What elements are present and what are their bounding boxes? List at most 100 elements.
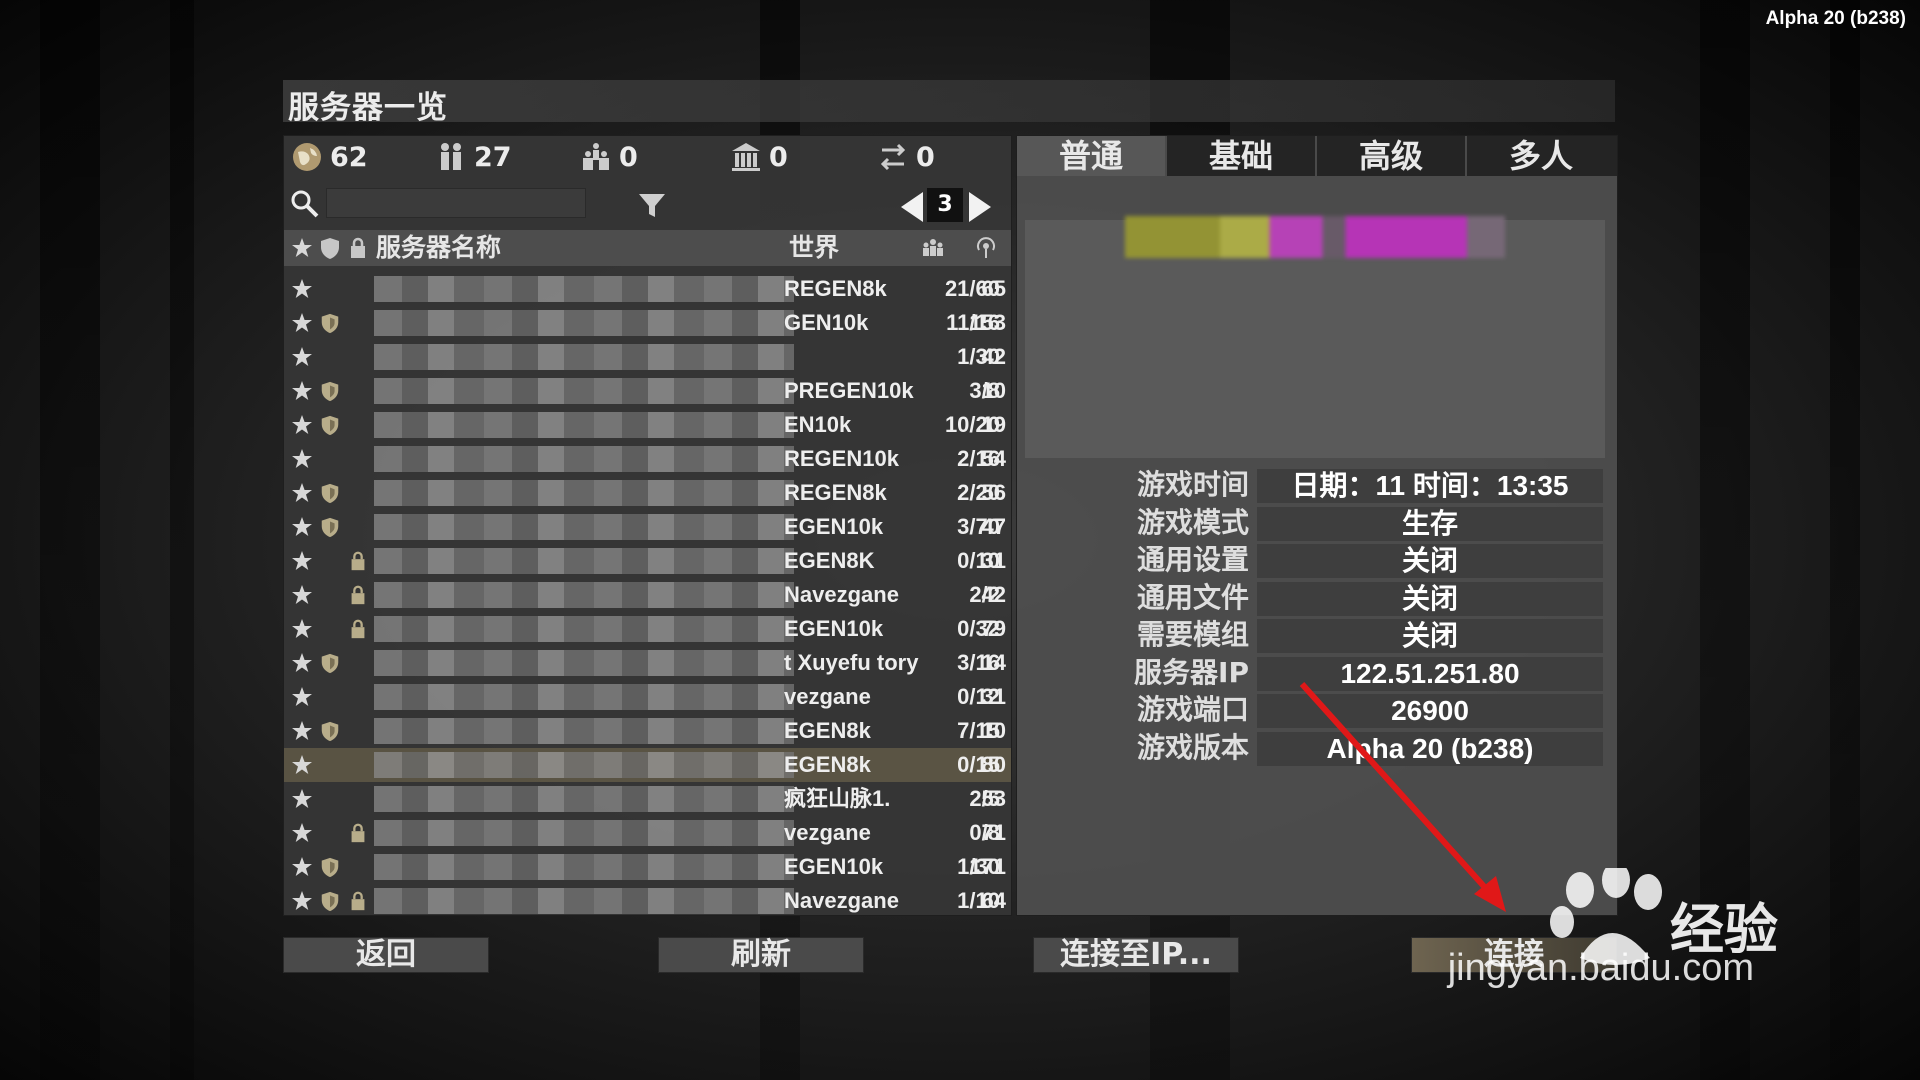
server-row[interactable]: EGEN10k 3/70 47	[284, 510, 1011, 544]
filter-icon[interactable]	[636, 189, 668, 221]
server-row[interactable]: vezgane 0/8 71	[284, 816, 1011, 850]
favorite-star-icon[interactable]	[290, 515, 314, 539]
game-version-label: Alpha 20 (b238)	[1765, 8, 1906, 29]
favorite-star-icon[interactable]	[290, 685, 314, 709]
lock-icon	[351, 823, 365, 843]
server-ping: 10	[981, 718, 1006, 743]
shield-icon	[321, 517, 339, 538]
shield-icon	[321, 381, 339, 402]
favorite-star-icon[interactable]	[290, 889, 314, 913]
favorite-star-icon[interactable]	[290, 787, 314, 811]
server-ping: 42	[981, 344, 1006, 369]
server-row[interactable]: GEN10k 11/16 153	[284, 306, 1011, 340]
stat-global[interactable]: 62	[290, 140, 368, 174]
search-icon[interactable]	[288, 187, 322, 221]
info-row: 游戏版本 Alpha 20 (b238)	[1017, 729, 1617, 767]
building-icon	[732, 143, 760, 171]
stat-groups[interactable]: 0	[579, 140, 638, 174]
info-label: 游戏版本	[1136, 730, 1249, 764]
favorite-star-icon[interactable]	[290, 617, 314, 641]
favorite-star-icon[interactable]	[290, 311, 314, 335]
favorite-star-icon[interactable]	[290, 549, 314, 573]
shield-icon	[321, 857, 339, 878]
server-name-redacted	[374, 752, 794, 778]
server-row[interactable]: 1/30 42	[284, 340, 1011, 374]
page-prev-button[interactable]	[901, 192, 923, 222]
column-server-name[interactable]: 服务器名称	[376, 230, 501, 266]
server-ping: 79	[981, 616, 1006, 641]
info-value: 生存	[1257, 506, 1603, 541]
server-row[interactable]: EGEN10k 1/30 171	[284, 850, 1011, 884]
server-name-redacted	[374, 378, 794, 404]
tab-advanced[interactable]: 高级	[1317, 136, 1467, 176]
column-world[interactable]: 世界	[789, 230, 839, 266]
favorite-star-icon[interactable]	[290, 345, 314, 369]
server-ping: 64	[981, 888, 1006, 913]
server-row[interactable]: t Xuyefu tory 3/16 14	[284, 646, 1011, 680]
column-players-icon[interactable]	[921, 236, 945, 260]
favorite-star-icon[interactable]	[290, 379, 314, 403]
server-ping: 14	[981, 650, 1006, 675]
server-row[interactable]: REGEN8k 21/60 65	[284, 272, 1011, 306]
info-value: Alpha 20 (b238)	[1257, 731, 1603, 766]
tab-general[interactable]: 普通	[1017, 136, 1167, 176]
refresh-button[interactable]: 刷新	[658, 937, 864, 973]
stat-lan[interactable]: 0	[729, 140, 788, 174]
server-stats-bar: 62 27 0 0 0	[284, 136, 1011, 178]
lock-column-icon[interactable]	[346, 236, 370, 260]
server-ping: 80	[981, 752, 1006, 777]
server-name-redacted	[374, 820, 794, 846]
column-ping-icon[interactable]	[974, 236, 998, 260]
favorite-star-icon[interactable]	[290, 447, 314, 471]
server-row[interactable]: Navezgane 1/10 64	[284, 884, 1011, 918]
tab-multiplayer[interactable]: 多人	[1467, 136, 1615, 176]
lock-icon	[351, 891, 365, 911]
search-input[interactable]	[326, 188, 586, 218]
server-name-redacted	[374, 310, 794, 336]
details-tabs: 普通 基础 高级 多人	[1017, 136, 1617, 176]
favorite-star-icon[interactable]	[290, 481, 314, 505]
history-icon	[880, 143, 906, 171]
server-ping: 42	[981, 582, 1006, 607]
favorite-star-icon[interactable]	[290, 277, 314, 301]
connect-button[interactable]: 连接	[1411, 937, 1617, 973]
favorite-star-icon[interactable]	[290, 413, 314, 437]
favorite-star-icon[interactable]	[290, 651, 314, 675]
stat-players-count: 27	[474, 141, 512, 173]
info-row: 通用设置 关闭	[1017, 541, 1617, 579]
tab-basic[interactable]: 基础	[1167, 136, 1317, 176]
server-row[interactable]: EGEN10k 0/32 79	[284, 612, 1011, 646]
back-button[interactable]: 返回	[283, 937, 489, 973]
info-row: 需要模组 关闭	[1017, 616, 1617, 654]
group-icon	[583, 143, 609, 170]
favorite-star-icon[interactable]	[290, 583, 314, 607]
server-row[interactable]: 疯狂山脉1. 2/5 53	[284, 782, 1011, 816]
server-row[interactable]: PREGEN10k 3/8 10	[284, 374, 1011, 408]
favorite-column-star-icon[interactable]	[290, 236, 314, 260]
server-row[interactable]: REGEN10k 2/16 54	[284, 442, 1011, 476]
server-name-redacted	[374, 412, 794, 438]
server-name-redacted	[374, 616, 794, 642]
favorite-star-icon[interactable]	[290, 753, 314, 777]
favorite-star-icon[interactable]	[290, 821, 314, 845]
connect-to-ip-button[interactable]: 连接至IP...	[1033, 937, 1239, 973]
shield-column-icon[interactable]	[318, 236, 342, 260]
search-row: 3	[284, 184, 1011, 224]
server-row[interactable]: REGEN8k 2/20 56	[284, 476, 1011, 510]
server-row[interactable]: EN10k 10/20 19	[284, 408, 1011, 442]
stat-players[interactable]: 27	[434, 140, 512, 174]
favorite-star-icon[interactable]	[290, 855, 314, 879]
server-row[interactable]: EGEN8k 0/15 80	[284, 748, 1011, 782]
info-label: 游戏模式	[1136, 505, 1249, 539]
favorite-star-icon[interactable]	[290, 719, 314, 743]
server-row[interactable]: EGEN8k 7/15 10	[284, 714, 1011, 748]
server-row[interactable]: EGEN8K 0/10 31	[284, 544, 1011, 578]
server-row[interactable]: vezgane 0/12 31	[284, 680, 1011, 714]
page-next-button[interactable]	[969, 192, 991, 222]
stat-history[interactable]: 0	[876, 140, 935, 174]
server-row[interactable]: Navezgane 2/2 42	[284, 578, 1011, 612]
shield-icon	[321, 415, 339, 436]
info-label: 通用文件	[1136, 580, 1249, 614]
server-table-header: 服务器名称 世界	[284, 230, 1011, 266]
server-name-redacted	[374, 854, 794, 880]
